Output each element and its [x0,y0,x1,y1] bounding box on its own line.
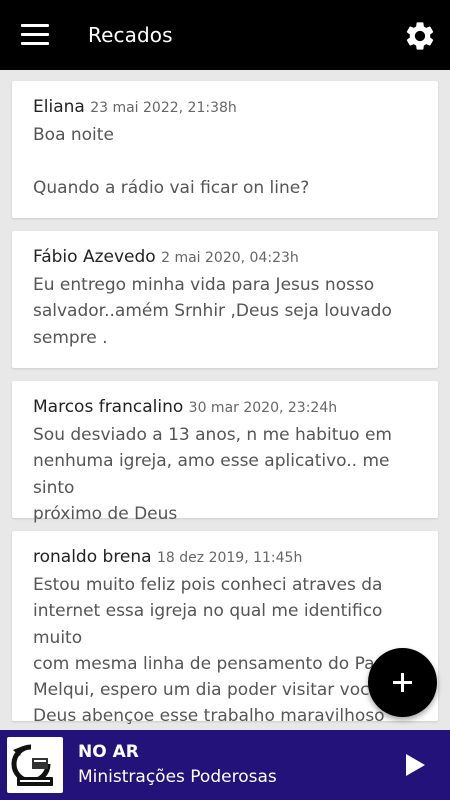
message-card[interactable]: Fábio Azevedo 2 mai 2020, 04:23h Eu entr… [12,231,438,368]
message-card[interactable]: Eliana 23 mai 2022, 21:38h Boa noite Qua… [12,81,438,218]
message-author: Marcos francalino [33,397,184,417]
app-bar: Recados [0,0,450,70]
page-title: Recados [88,23,173,47]
message-text: Boa noite Quando a rádio vai ficar on li… [33,125,310,198]
plus-icon [393,673,412,692]
on-air-label: NO AR [78,742,139,762]
play-icon[interactable] [402,752,428,778]
add-message-button[interactable] [368,648,437,717]
message-date: 2 mai 2020, 04:23h [161,250,299,266]
message-author: Eliana [33,97,85,117]
player-bar[interactable]: NO AR Ministrações Poderosas [0,730,450,800]
message-feed[interactable]: Eliana 23 mai 2022, 21:38h Boa noite Qua… [0,70,450,730]
message-date: 23 mai 2022, 21:38h [90,100,237,116]
message-date: 18 dez 2019, 11:45h [157,550,303,566]
gear-icon[interactable] [403,19,437,53]
message-author: ronaldo brena [33,547,152,567]
hamburger-menu-icon[interactable] [21,24,49,46]
station-name: Ministrações Poderosas [78,767,277,787]
message-text: Sou desviado a 13 anos, n me habituo em … [33,425,392,524]
message-date: 30 mar 2020, 23:24h [188,400,338,416]
message-card[interactable]: Marcos francalino 30 mar 2020, 23:24h So… [12,381,438,524]
station-logo [7,737,63,793]
message-author: Fábio Azevedo [33,247,156,267]
message-text: Eu entrego minha vida para Jesus nosso s… [33,275,392,348]
message-text: Estou muito feliz pois conheci atraves d… [33,575,407,727]
